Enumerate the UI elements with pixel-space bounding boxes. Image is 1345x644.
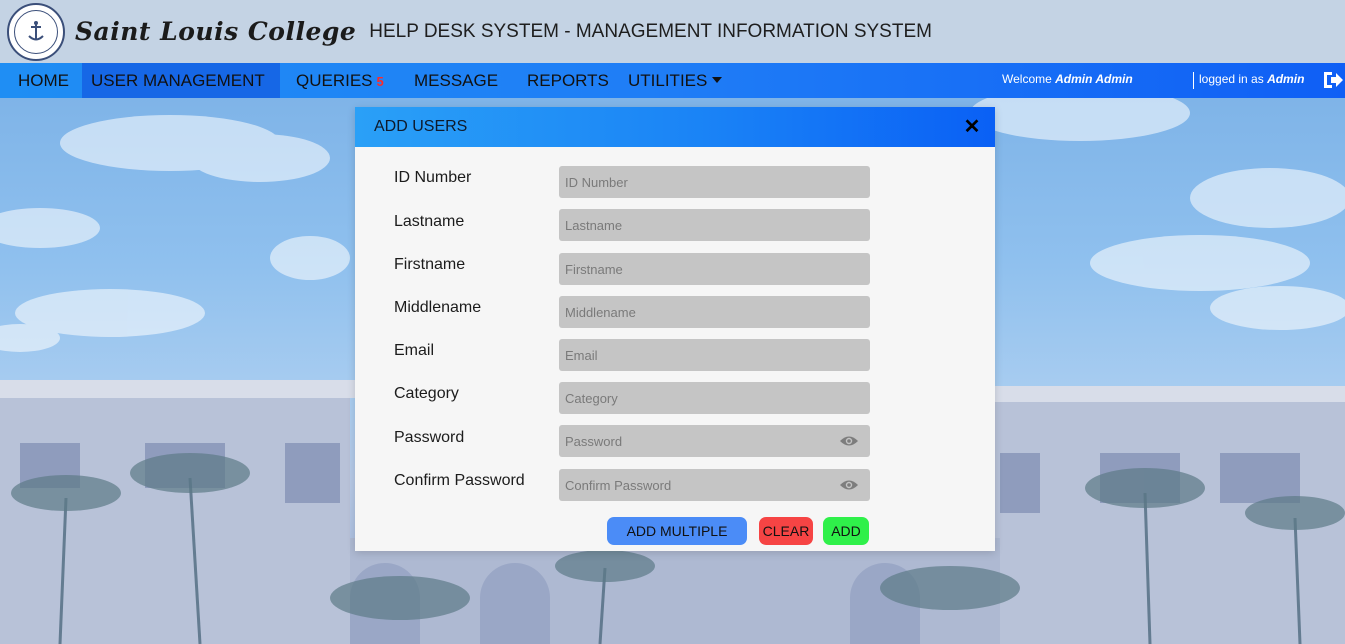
confirm-password-input[interactable] [559,469,870,501]
label-middlename: Middlename [394,299,482,316]
email-input[interactable] [559,339,870,371]
password-input[interactable] [559,425,870,457]
clear-button[interactable]: CLEAR [759,517,813,545]
add-users-modal: ADD USERS ✕ ID Number Lastname Firstname… [355,107,995,551]
label-password: Password [394,429,465,446]
college-name: Saint Louis College [75,17,357,46]
queries-count-badge: 5 [376,74,384,89]
system-title: HELP DESK SYSTEM - MANAGEMENT INFORMATIO… [369,20,932,42]
welcome-text: Welcome Admin Admin [1002,63,1133,98]
nav-user-management[interactable]: USER MANAGEMENT [82,63,280,118]
logout-icon[interactable] [1322,69,1344,91]
label-id-number: ID Number [394,169,472,186]
welcome-prefix: Welcome [1002,72,1052,86]
nav-message-label: MESSAGE [414,71,499,90]
nav-home-label: HOME [18,71,69,90]
add-multiple-button[interactable]: ADD MULTIPLE [607,517,747,545]
lastname-input[interactable] [559,209,870,241]
logged-in-text: logged in as Admin [1199,63,1304,98]
nav-utilities[interactable]: UTILITIES [628,63,723,98]
app-header: Saint Louis College HELP DESK SYSTEM - M… [0,0,1345,63]
modal-title: ADD USERS [374,118,468,135]
nav-message[interactable]: MESSAGE [414,63,498,98]
nav-queries-label: QUERIES [296,71,373,90]
id-number-input[interactable] [559,166,870,198]
show-password-eye-icon[interactable] [839,434,859,448]
logged-prefix: logged in as [1199,72,1264,86]
main-navbar: HOME USER MANAGEMENT QUERIES 5 MESSAGE RE… [0,63,1345,118]
middlename-input[interactable] [559,296,870,328]
label-confirm-password: Confirm Password [394,472,525,489]
label-email: Email [394,342,435,359]
label-category: Category [394,385,459,402]
college-logo [7,2,65,61]
nav-home[interactable]: HOME [18,63,69,98]
show-confirm-password-eye-icon[interactable] [839,478,859,492]
welcome-user: Admin Admin [1055,72,1133,86]
add-button[interactable]: ADD [823,517,869,545]
firstname-input[interactable] [559,253,870,285]
modal-header: ADD USERS ✕ [355,107,995,147]
nav-user-management-label: USER MANAGEMENT [91,71,265,90]
logged-user: Admin [1267,72,1305,86]
close-icon[interactable]: ✕ [961,116,983,138]
nav-queries[interactable]: QUERIES 5 [296,63,384,98]
label-firstname: Firstname [394,256,466,273]
nav-divider [1193,72,1194,89]
nav-utilities-label: UTILITIES [628,71,708,90]
label-lastname: Lastname [394,213,465,230]
nav-reports-label: REPORTS [527,71,609,90]
category-input[interactable] [559,382,870,414]
caret-down-icon [712,76,723,83]
nav-reports[interactable]: REPORTS [527,63,609,98]
